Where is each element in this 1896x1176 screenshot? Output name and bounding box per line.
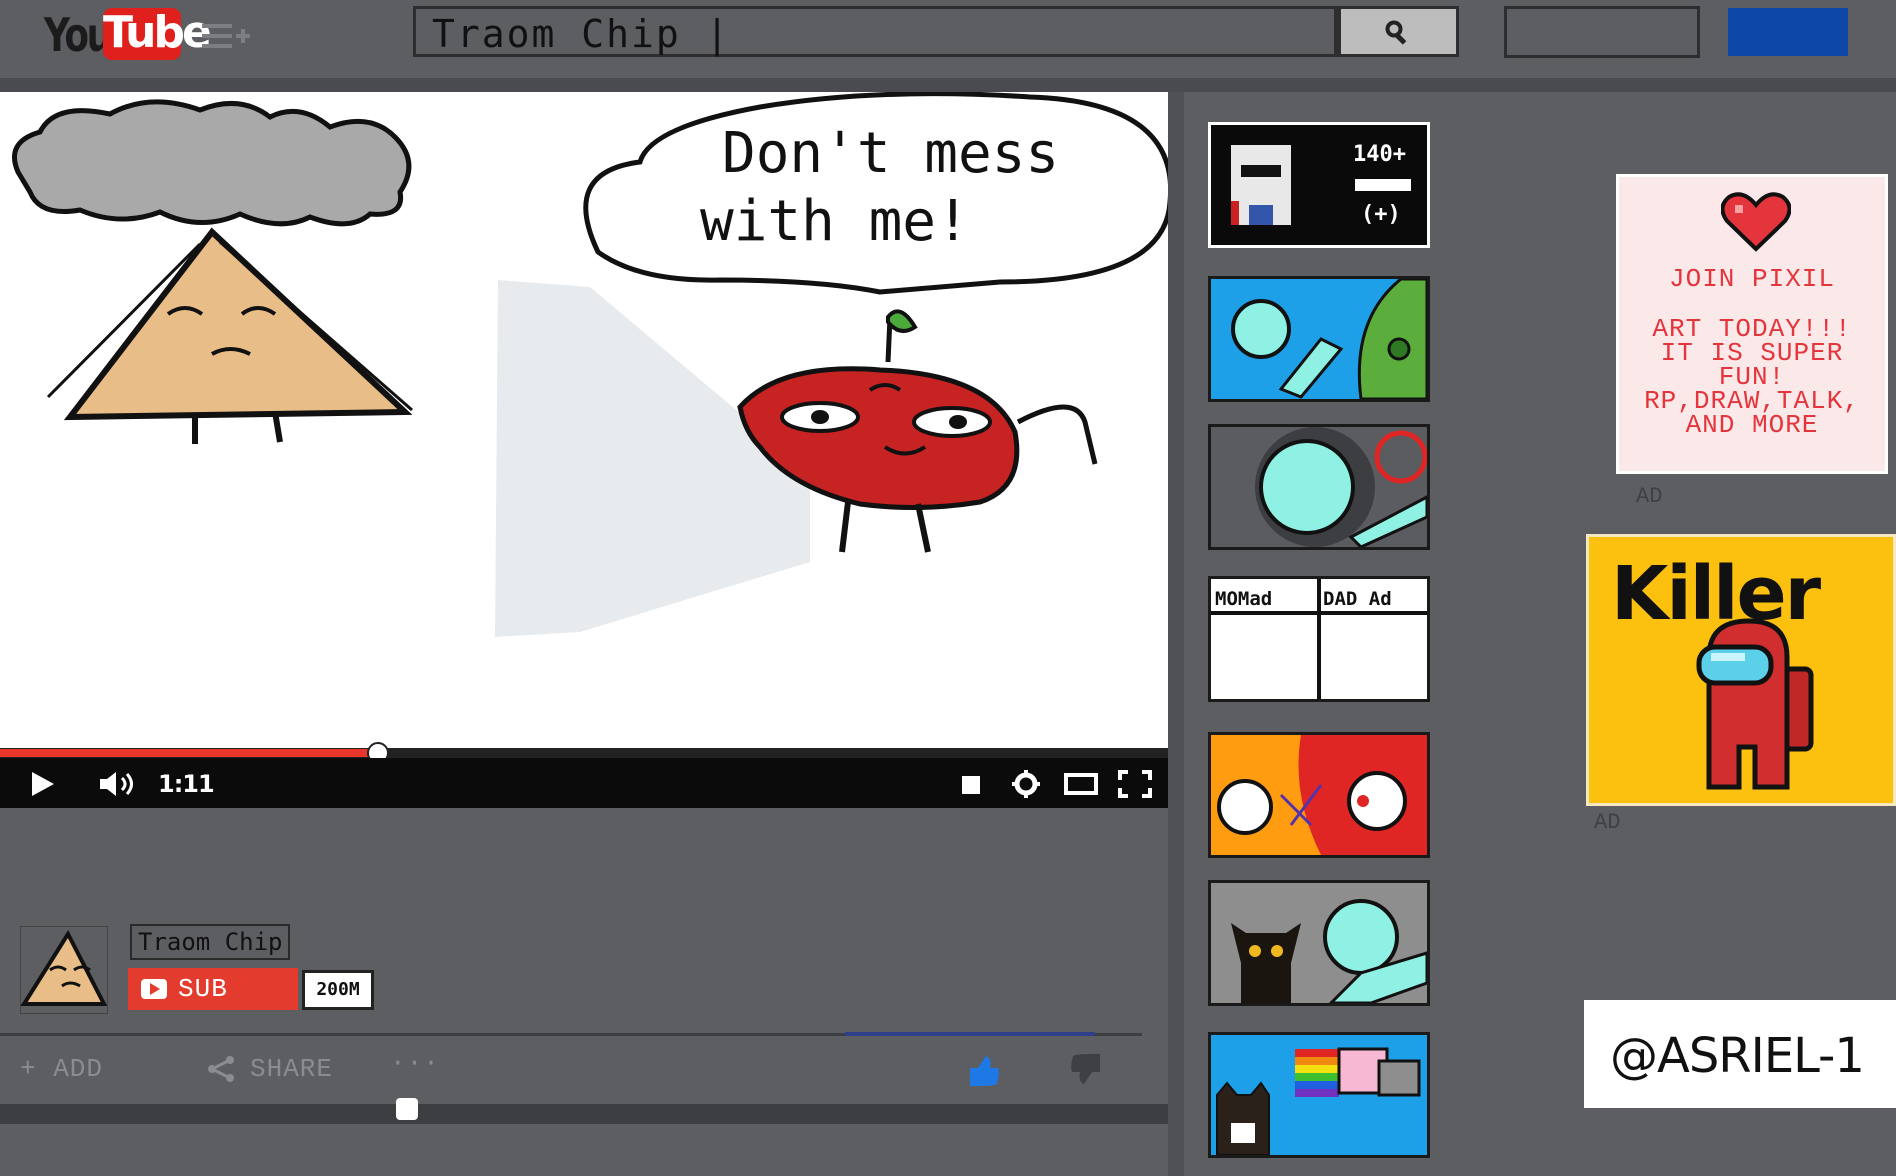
- scroll-handle[interactable]: [396, 1098, 418, 1120]
- recommended-video-thumb-4[interactable]: MOMad DAD Ad: [1208, 576, 1430, 702]
- like-icon[interactable]: [966, 1054, 1000, 1088]
- recommended-video-thumb-1[interactable]: 140+ (+): [1208, 122, 1430, 248]
- crewmate-icon: [1696, 618, 1814, 790]
- theater-mode-icon[interactable]: [1064, 772, 1098, 796]
- queue-menu-icon[interactable]: [202, 22, 252, 50]
- upload-button[interactable]: [1728, 8, 1848, 56]
- thumb-3-art: [1255, 427, 1427, 547]
- heart-icon: [1721, 192, 1791, 252]
- thumb-4-left-label: MOMad: [1215, 588, 1272, 610]
- video-artwork: Don't mess with me!: [12, 91, 1174, 637]
- like-ratio-bar: [845, 1032, 1095, 1036]
- volume-icon[interactable]: [98, 770, 138, 798]
- fullscreen-icon[interactable]: [1118, 770, 1152, 798]
- thumb-6-art: [1231, 899, 1427, 1003]
- share-icon[interactable]: [206, 1054, 236, 1084]
- thumb-4-art: MOMad DAD Ad: [1211, 579, 1427, 699]
- channel-avatar[interactable]: [20, 926, 108, 1014]
- dislike-icon[interactable]: [1070, 1052, 1104, 1086]
- thumb-1-plus: (+): [1361, 202, 1401, 227]
- column-separator: [1168, 92, 1184, 1176]
- more-actions-button[interactable]: ···: [390, 1048, 440, 1078]
- share-button[interactable]: SHARE: [250, 1054, 333, 1084]
- thumb-2-art: [1231, 279, 1427, 399]
- thumb-1-count: 140+: [1353, 142, 1406, 167]
- masthead-divider: [0, 78, 1896, 92]
- ad-label: AD: [1636, 484, 1663, 509]
- artist-credit: @ASRIEL-1: [1610, 1028, 1865, 1084]
- pixil-ad[interactable]: JOIN PIXIL ART TODAY!!! IT IS SUPER FUN!…: [1616, 174, 1888, 474]
- recommended-video-thumb-6[interactable]: [1208, 880, 1430, 1006]
- pixil-ad-line-6: AND MORE: [1685, 410, 1819, 440]
- ad-label: AD: [1594, 810, 1621, 835]
- pixil-ad-line-1: JOIN PIXIL: [1668, 264, 1836, 294]
- recommended-video-thumb-3[interactable]: [1208, 424, 1430, 550]
- settings-gear-icon[interactable]: [1012, 770, 1040, 798]
- thumb-1-art: 140+ (+): [1231, 142, 1411, 227]
- recommended-video-thumb-7[interactable]: [1208, 1032, 1430, 1158]
- logo-you[interactable]: You: [44, 8, 112, 62]
- thumb-4-right-label: DAD Ad: [1323, 588, 1392, 610]
- recommended-video-thumb-2[interactable]: [1208, 276, 1430, 402]
- search-button-frame: [1337, 6, 1459, 57]
- speech-line-1: Don't mess: [722, 121, 1059, 186]
- channel-name[interactable]: Traom Chip: [130, 924, 290, 960]
- killer-ad[interactable]: Killer: [1586, 534, 1896, 806]
- speech-line-2: with me!: [700, 189, 970, 254]
- video-player[interactable]: Don't mess with me!: [0, 91, 1180, 748]
- search-input-value: Traom Chip |: [432, 12, 731, 56]
- comments-divider: [0, 1104, 1168, 1124]
- subscribe-label: SUB: [178, 974, 228, 1004]
- logo-tube[interactable]: Tube: [103, 8, 212, 60]
- subscriber-count: 200M: [302, 970, 374, 1010]
- time-display: 1:11: [158, 770, 215, 798]
- recommended-video-thumb-5[interactable]: [1208, 732, 1430, 858]
- thumb-7-art: [1216, 1047, 1421, 1155]
- add-to-playlist-button[interactable]: + ADD: [20, 1054, 103, 1084]
- thumb-5-art: [1217, 735, 1427, 855]
- miniplayer-icon[interactable]: [960, 774, 982, 796]
- progress-bar-fill: [0, 749, 378, 757]
- storm-cloud: [12, 99, 412, 227]
- account-box[interactable]: [1504, 6, 1700, 58]
- play-icon[interactable]: [30, 770, 56, 798]
- youtube-play-icon: [141, 979, 167, 999]
- light-beam: [495, 280, 810, 637]
